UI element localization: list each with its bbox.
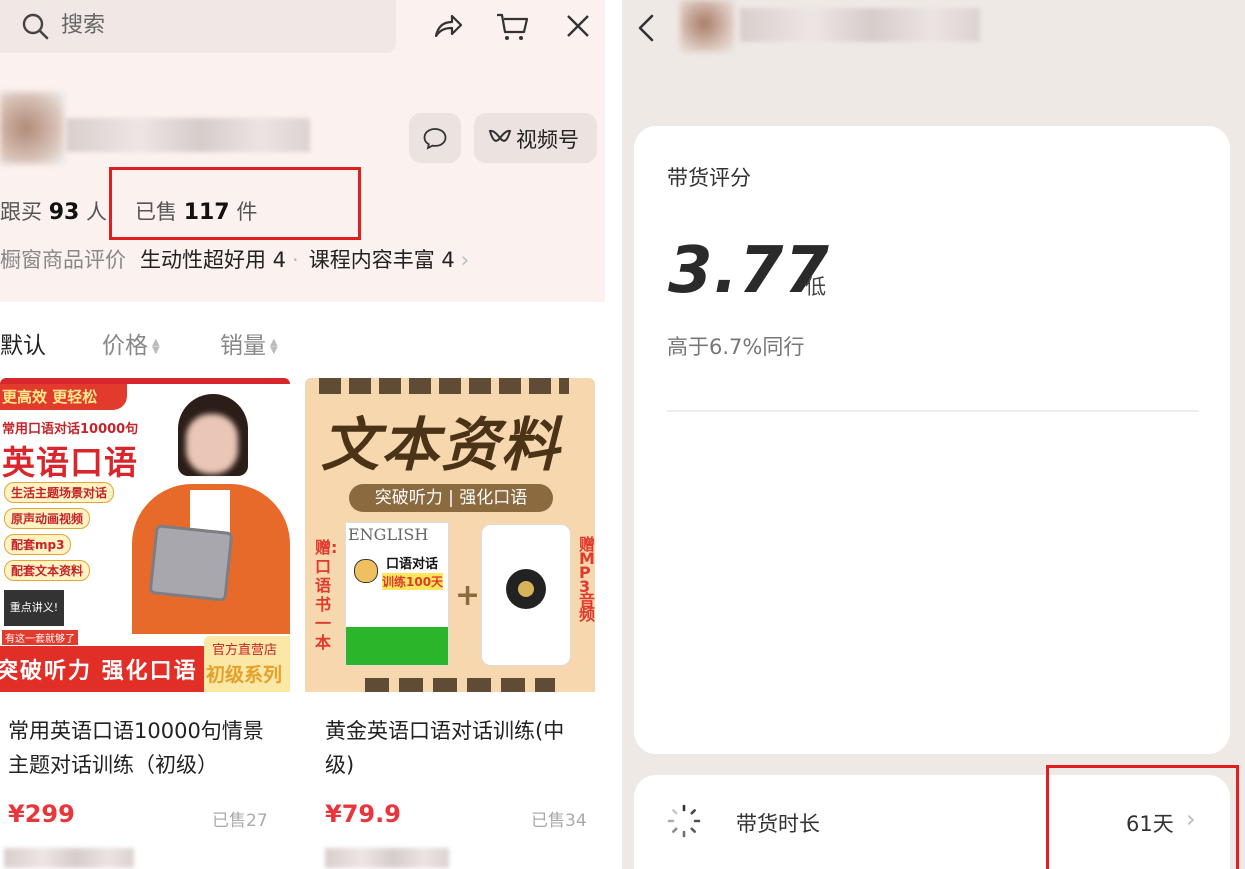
divider [667, 410, 1199, 412]
product-image[interactable]: 文本资料 突破听力 | 强化口语 赠:口语书一本 赠:MP3音频 ENGLISH… [305, 378, 595, 692]
product-sold: 已售34 [531, 811, 587, 831]
shop-name-blurred [66, 118, 310, 152]
product-price: ¥79.9 [325, 800, 401, 828]
highlight-box-duration [1046, 765, 1239, 869]
shop-tag-blurred [4, 848, 134, 868]
image-tag: 原声动画视频 [4, 508, 91, 529]
sort-tab-sales[interactable]: 销量 ▲ ▼ [220, 326, 278, 360]
image-bottom-text-partial [365, 678, 555, 692]
review-item: 课程内容丰富 4 [308, 248, 455, 272]
chevron-right-icon: › [460, 248, 470, 272]
image-series: 初级系列 [206, 664, 283, 686]
product-title[interactable]: 常用英语口语10000句情景主题对话训练（初级） [8, 714, 278, 782]
product-card[interactable]: 更高效 更轻松 常用口语对话10000句 英语口语 生活主题场景对话 原声动画视… [0, 378, 290, 869]
sort-tab-default[interactable]: 默认 [0, 326, 46, 360]
book-sub: 训练100天 [382, 573, 444, 590]
channel-icon [488, 129, 512, 142]
shop-tag-blurred [325, 848, 449, 868]
image-top-text-partial [319, 378, 569, 394]
review-item: 生动性超好用 4 [140, 248, 287, 272]
image-right-side: 赠:MP3音频 [579, 535, 595, 624]
shop-name-blurred [740, 8, 980, 42]
review-label: 橱窗商品评价 [0, 248, 126, 272]
plus-icon: + [455, 578, 481, 613]
product-card[interactable]: 文本资料 突破听力 | 强化口语 赠:口语书一本 赠:MP3音频 ENGLISH… [305, 378, 595, 869]
phone-mockup [481, 524, 571, 666]
product-sold: 已售27 [212, 811, 268, 831]
image-headline: 英语口语 [2, 443, 138, 482]
highlight-box-sold [109, 167, 361, 240]
image-tag: 生活主题场景对话 [4, 482, 115, 503]
cartoon-head [354, 559, 378, 583]
book-cover: ENGLISH 口语对话 训练100天 [345, 522, 449, 666]
image-headline: 文本资料 [321, 411, 562, 479]
channel-button[interactable]: 视频号 [474, 113, 597, 163]
image-badge: 重点讲义! [4, 590, 64, 626]
image-tag: 配套文本资料 [4, 560, 91, 581]
image-subtitle: 常用口语对话10000句 [2, 422, 139, 437]
book-top: ENGLISH [348, 525, 429, 544]
person-face-blurred [186, 414, 238, 474]
image-ribbon: 突破听力 | 强化口语 [349, 484, 553, 512]
followers-stat: 跟买 93 人 [0, 200, 107, 225]
sort-bar: 默认 价格 ▲ ▼ 销量 ▲ ▼ [0, 320, 605, 364]
image-footer: 突破听力 强化口语 [0, 659, 198, 684]
followers-count: 93 [48, 200, 80, 225]
book-title: 口语对话 [386, 557, 439, 572]
channel-label: 视频号 [516, 128, 579, 152]
message-button[interactable] [409, 113, 461, 163]
search-icon [22, 13, 49, 40]
sort-tab-price[interactable]: 价格 ▲ ▼ [102, 326, 160, 360]
loading-spinner-icon [667, 804, 701, 838]
back-arrow-icon[interactable] [632, 10, 660, 46]
product-image[interactable]: 更高效 更轻松 常用口语对话10000句 英语口语 生活主题场景对话 原声动画视… [0, 378, 290, 692]
product-price: ¥299 [8, 800, 75, 828]
share-icon[interactable] [430, 8, 466, 44]
score-card: 带货评分 3.77 低 高于6.7%同行 [634, 126, 1230, 754]
duration-label: 带货时长 [736, 812, 820, 836]
image-store: 官方直营店 [212, 643, 278, 658]
shop-avatar[interactable] [0, 92, 64, 164]
book-bottom [346, 627, 448, 665]
search-input[interactable]: 搜索 [0, 0, 396, 53]
sort-arrows-icon: ▲ ▼ [152, 336, 160, 356]
shop-avatar [680, 0, 734, 52]
image-tag: 配套mp3 [4, 534, 72, 555]
shop-header: 搜索 视频号 跟买 93 人 已售 117 件 橱窗商品评价 生动性超好用 4 … [0, 0, 605, 302]
image-note: 有这一套就够了 [2, 630, 78, 645]
score-title: 带货评分 [667, 166, 751, 190]
shop-panel: 搜索 视频号 跟买 93 人 已售 117 件 橱窗商品评价 生动性超好用 4 … [0, 0, 605, 869]
image-banner: 更高效 更轻松 [0, 384, 127, 410]
search-placeholder: 搜索 [61, 13, 106, 38]
score-panel: 带货评分 3.77 低 高于6.7%同行 带货时长 61天 › [622, 0, 1245, 869]
score-compare: 高于6.7%同行 [667, 335, 805, 359]
tablet [148, 524, 234, 602]
sort-arrows-icon: ▲ ▼ [270, 336, 278, 356]
close-icon[interactable] [560, 8, 596, 44]
product-title[interactable]: 黄金英语口语对话训练(中级) [325, 714, 587, 782]
score-level: 低 [805, 275, 826, 299]
review-row[interactable]: 橱窗商品评价 生动性超好用 4 · 课程内容丰富 4 › [0, 244, 469, 276]
cart-icon[interactable] [494, 8, 530, 44]
chat-bubble-icon [423, 128, 447, 150]
image-left-side: 赠:口语书一本 [315, 538, 338, 652]
